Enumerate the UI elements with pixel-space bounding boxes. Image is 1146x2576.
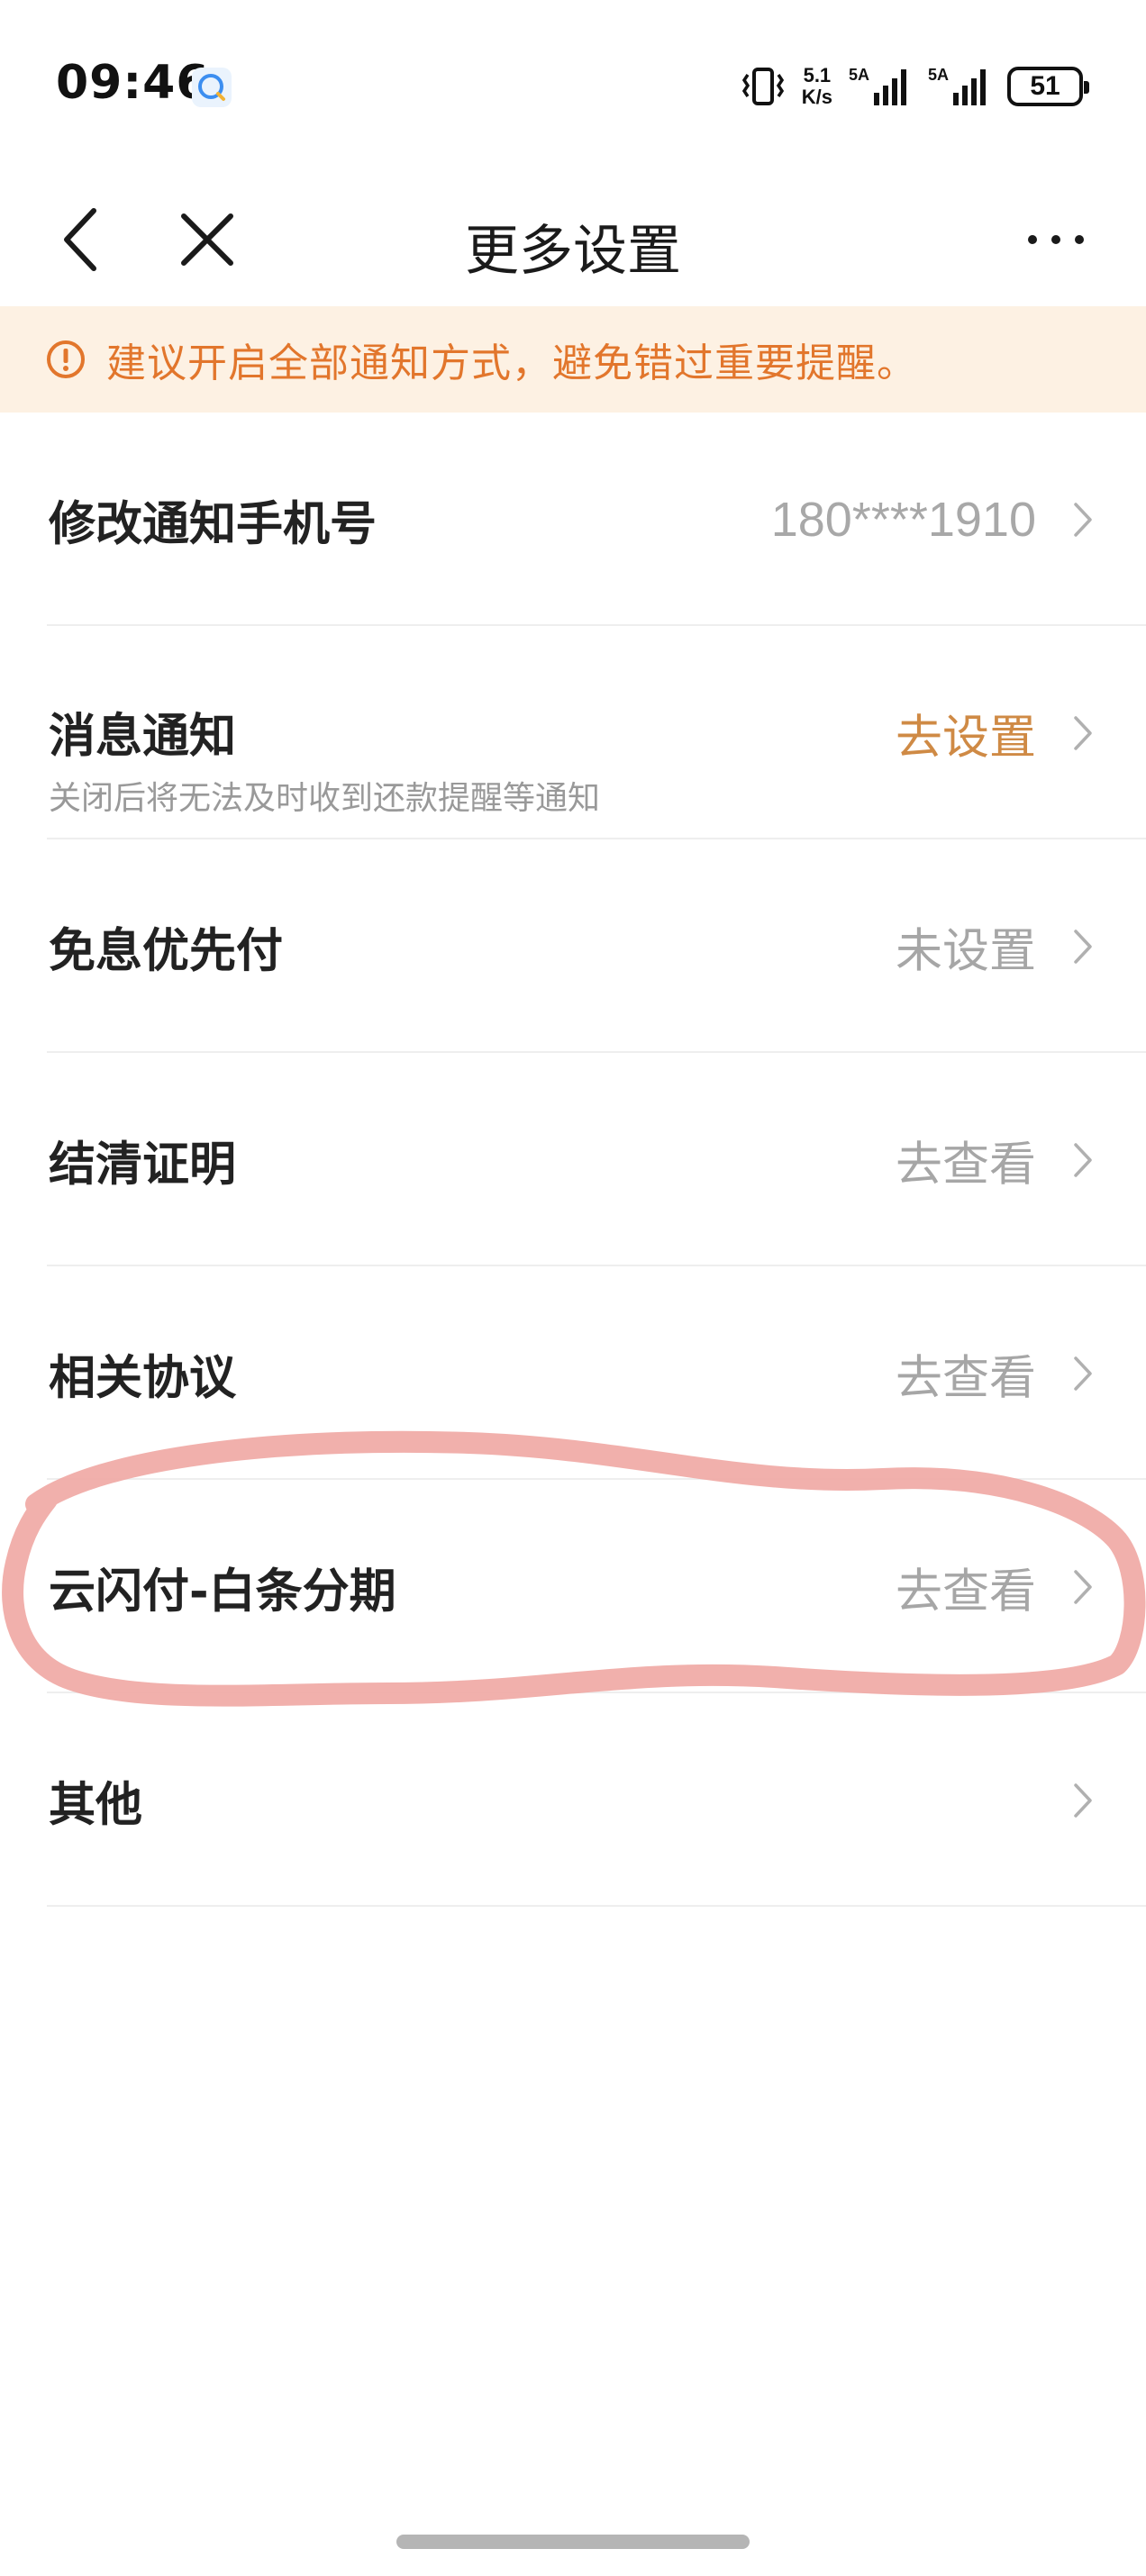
signal-icon: 5A xyxy=(928,66,986,105)
warning-icon xyxy=(47,340,85,378)
chat-app-icon xyxy=(192,68,232,107)
setting-value: 去查看 xyxy=(895,1565,1036,1619)
signal-2-label: 5A xyxy=(928,66,949,84)
more-icon[interactable] xyxy=(1023,222,1088,258)
setting-row-other[interactable]: 其他 xyxy=(0,1693,1146,1907)
signal-1-label: 5A xyxy=(849,66,869,84)
setting-row-settlement-certificate[interactable]: 结清证明 去查看 xyxy=(0,1053,1146,1266)
signal-icon: 5A xyxy=(849,66,906,105)
status-bar: 09:46 5.1 K/s 5A 5A 51 xyxy=(0,0,1146,171)
network-speed: 5.1 K/s xyxy=(802,65,832,108)
setting-value: 去设置 xyxy=(895,711,1036,765)
setting-label: 相关协议 xyxy=(49,1351,237,1405)
setting-label: 修改通知手机号 xyxy=(49,497,377,551)
chevron-right-icon xyxy=(1074,1569,1092,1604)
setting-subtitle: 关闭后将无法及时收到还款提醒等通知 xyxy=(49,780,601,817)
setting-row-message-notify[interactable]: 消息通知 关闭后将无法及时收到还款提醒等通知 去设置 xyxy=(0,626,1146,839)
navigation-bar: 更多设置 xyxy=(0,171,1146,306)
setting-label: 其他 xyxy=(49,1778,143,1832)
chevron-right-icon xyxy=(1074,1356,1092,1391)
chevron-right-icon xyxy=(1074,1782,1092,1818)
setting-row-agreements[interactable]: 相关协议 去查看 xyxy=(0,1266,1146,1480)
page-title: 更多设置 xyxy=(465,220,681,283)
chevron-right-icon xyxy=(1074,715,1092,750)
network-speed-value: 5.1 xyxy=(803,64,832,86)
setting-label: 消息通知 xyxy=(49,710,237,764)
chevron-right-icon xyxy=(1074,929,1092,964)
status-time: 09:46 xyxy=(56,56,210,110)
setting-label: 云闪付-白条分期 xyxy=(49,1565,396,1619)
setting-value: 未设置 xyxy=(895,924,1036,978)
setting-row-interest-free-first[interactable]: 免息优先付 未设置 xyxy=(0,839,1146,1053)
notice-banner: 建议开启全部通知方式，避免错过重要提醒。 xyxy=(0,306,1146,413)
setting-value: 180****1910 xyxy=(770,492,1036,547)
notice-text: 建议开启全部通知方式，避免错过重要提醒。 xyxy=(106,340,917,386)
battery-icon: 51 xyxy=(1007,67,1089,106)
vibrate-icon xyxy=(741,68,784,105)
chevron-right-icon xyxy=(1074,502,1092,537)
network-speed-unit: K/s xyxy=(801,86,832,108)
setting-row-notify-phone[interactable]: 修改通知手机号 180****1910 xyxy=(0,413,1146,626)
setting-label: 免息优先付 xyxy=(49,924,284,978)
setting-row-unionpay-installment[interactable]: 云闪付-白条分期 去查看 xyxy=(0,1480,1146,1693)
battery-level: 51 xyxy=(1030,71,1060,101)
setting-label: 结清证明 xyxy=(49,1138,237,1192)
settings-list: 修改通知手机号 180****1910 消息通知 关闭后将无法及时收到还款提醒等… xyxy=(0,413,1146,1907)
setting-value: 去查看 xyxy=(895,1351,1036,1405)
status-icons: 5.1 K/s 5A 5A 51 xyxy=(741,59,1089,113)
chevron-right-icon xyxy=(1074,1142,1092,1177)
setting-value: 去查看 xyxy=(895,1138,1036,1192)
home-indicator[interactable] xyxy=(396,2535,750,2549)
